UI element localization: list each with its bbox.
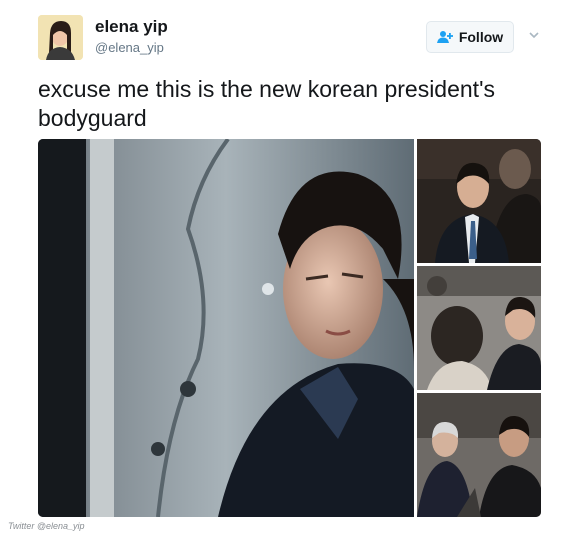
media-photo-2[interactable] <box>417 139 541 263</box>
tweet-media-grid <box>38 139 541 517</box>
follow-label: Follow <box>458 29 504 45</box>
media-photo-4[interactable] <box>417 393 541 517</box>
tweet-card: elena yip @elena_yip Follow excuse me th… <box>0 0 563 533</box>
tweet-text: excuse me this is the new korean preside… <box>38 76 495 131</box>
avatar[interactable] <box>38 15 83 60</box>
person-add-icon <box>436 31 453 43</box>
display-name[interactable]: elena yip <box>95 17 168 37</box>
follow-button[interactable]: Follow <box>426 21 514 53</box>
user-handle[interactable]: @elena_yip <box>95 40 164 55</box>
watermark: Twitter @elena_yip <box>8 521 85 531</box>
media-photo-3[interactable] <box>417 266 541 390</box>
chevron-down-icon[interactable] <box>527 28 541 42</box>
media-photo-main[interactable] <box>38 139 414 517</box>
